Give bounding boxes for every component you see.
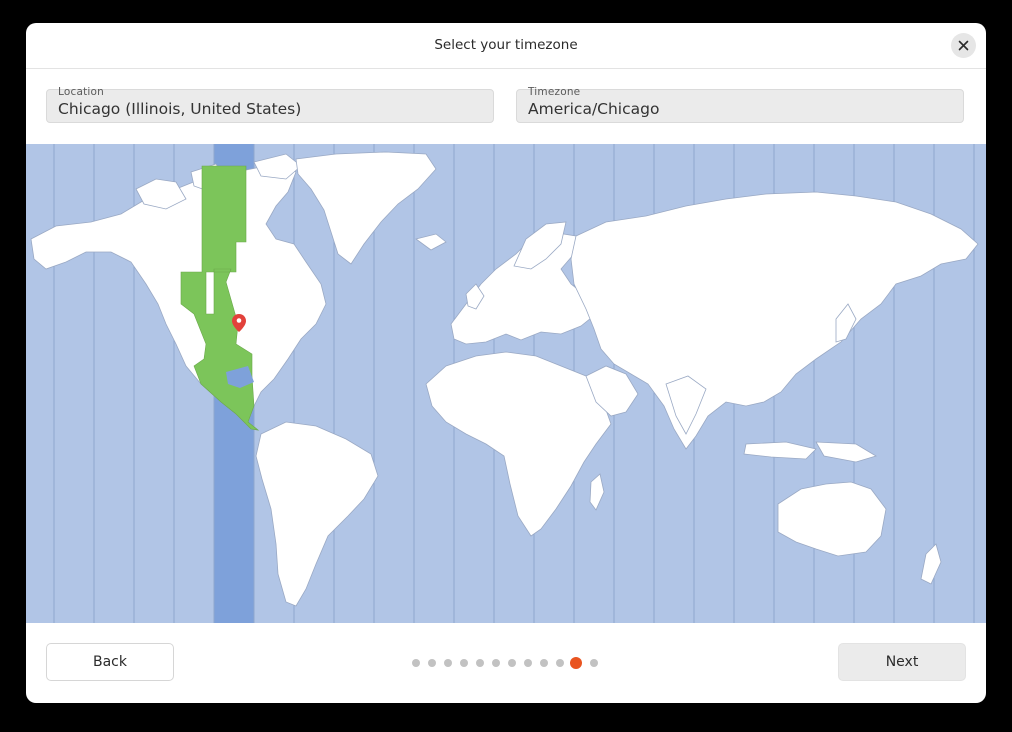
dialog-title: Select your timezone (434, 37, 578, 53)
timezone-map[interactable] (26, 144, 986, 623)
progress-dot (540, 659, 548, 667)
close-icon (958, 40, 969, 51)
location-value: Chicago (Illinois, United States) (58, 100, 302, 118)
progress-dot (444, 659, 452, 667)
progress-dot (508, 659, 516, 667)
timezone-field[interactable]: Timezone America/Chicago (516, 86, 964, 123)
timezone-dialog: Select your timezone Location Chicago (I… (26, 23, 986, 703)
progress-dot (590, 659, 598, 667)
close-button[interactable] (951, 33, 976, 58)
progress-dot (428, 659, 436, 667)
landmasses (30, 151, 979, 607)
location-field[interactable]: Location Chicago (Illinois, United State… (46, 86, 494, 123)
next-button[interactable]: Next (838, 643, 966, 681)
location-label: Location (58, 86, 105, 98)
progress-dot (412, 659, 420, 667)
progress-dot (460, 659, 468, 667)
progress-dot (556, 659, 564, 667)
timezone-label: Timezone (528, 86, 581, 98)
progress-dot (476, 659, 484, 667)
dialog-header: Select your timezone (26, 23, 986, 69)
timezone-value: America/Chicago (528, 100, 660, 118)
progress-dot-active (570, 657, 582, 669)
progress-dot (492, 659, 500, 667)
navigation-bar: Back Next (26, 623, 986, 703)
progress-dot (524, 659, 532, 667)
